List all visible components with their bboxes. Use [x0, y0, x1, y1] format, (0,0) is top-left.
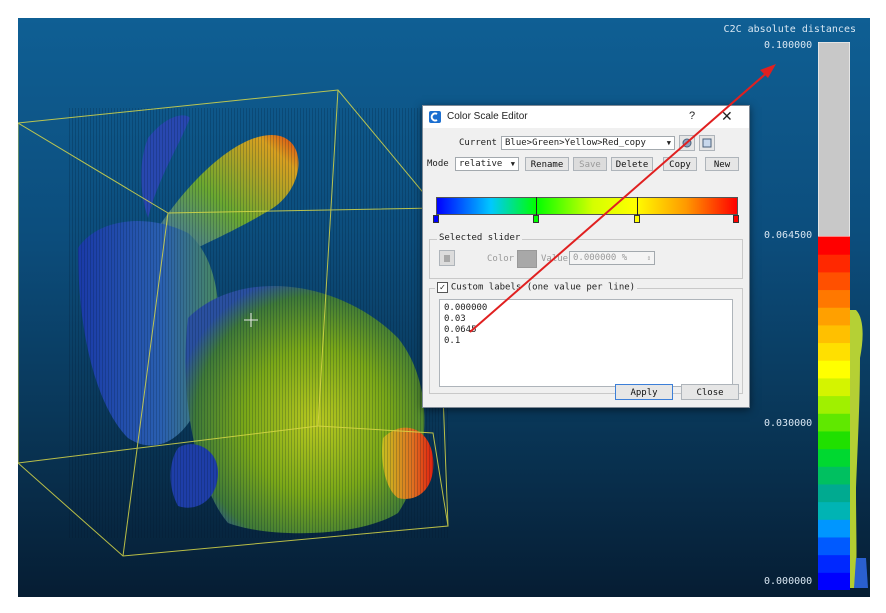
gradient-bar[interactable] — [436, 197, 738, 215]
dialog-titlebar[interactable]: Color Scale Editor ? ✕ — [423, 106, 749, 128]
mode-select[interactable]: relative ▼ — [455, 157, 519, 171]
delete-button[interactable]: Delete — [611, 157, 653, 171]
slider-handle-0[interactable] — [433, 215, 439, 223]
bunny-point-cloud — [68, 108, 448, 538]
custom-label-line: 0.0645 — [444, 325, 477, 335]
scale-step — [818, 554, 850, 573]
slider-line-2 — [637, 197, 638, 215]
trash-icon — [444, 255, 450, 262]
export-button[interactable] — [699, 135, 715, 151]
chevron-down-icon: ▼ — [666, 139, 671, 147]
3d-viewport[interactable]: C2C absolute distances 0.100000 0.064500… — [18, 18, 870, 597]
scale-step — [818, 342, 850, 361]
copy-button[interactable]: Copy — [663, 157, 697, 171]
save-button[interactable]: Save — [573, 157, 607, 171]
custom-labels-checkbox[interactable]: ✓ — [437, 282, 448, 293]
app-icon — [429, 111, 441, 123]
new-button[interactable]: New — [705, 157, 739, 171]
current-scale-value: Blue>Green>Yellow>Red_copy — [505, 138, 646, 148]
color-scale-bar — [818, 42, 850, 590]
edit-icon — [702, 138, 712, 148]
selected-slider-title: Selected slider — [437, 233, 523, 243]
scale-step — [818, 413, 850, 432]
rename-button[interactable]: Rename — [525, 157, 569, 171]
apply-button[interactable]: Apply — [615, 384, 673, 400]
custom-labels-label: Custom labels (one value per line) — [450, 282, 636, 293]
slider-handle-2[interactable] — [634, 215, 640, 223]
current-scale-select[interactable]: Blue>Green>Yellow>Red_copy ▼ — [501, 136, 675, 150]
scale-step — [818, 519, 850, 538]
scale-label-min: 0.000000 — [764, 576, 813, 587]
close-button[interactable]: Close — [681, 384, 739, 400]
scale-label-high: 0.064500 — [764, 230, 813, 241]
scale-label-max: 0.100000 — [764, 40, 813, 51]
scale-step — [818, 360, 850, 379]
scale-step — [818, 448, 850, 467]
custom-labels-row: ✓ Custom labels (one value per line) — [435, 282, 638, 294]
scale-label-mid: 0.030000 — [764, 418, 813, 429]
color-swatch[interactable] — [517, 250, 537, 268]
scale-step — [818, 483, 850, 503]
chevron-down-icon: ▼ — [510, 160, 515, 168]
slider-line-1 — [536, 197, 537, 215]
slider-handle-1[interactable] — [533, 215, 539, 223]
mode-value: relative — [459, 159, 503, 169]
slider-handle-3[interactable] — [733, 215, 739, 223]
gear-icon — [682, 138, 692, 148]
custom-label-line: 0.1 — [444, 336, 461, 346]
color-scale-editor-dialog: Color Scale Editor ? ✕ Current Blue>Gree… — [422, 105, 750, 408]
scale-step — [818, 536, 850, 556]
scale-title: C2C absolute distances — [723, 24, 856, 35]
scale-step — [818, 271, 850, 291]
scale-step — [818, 307, 850, 326]
scale-step — [818, 572, 850, 590]
scale-step — [818, 430, 850, 450]
scale-step — [818, 395, 850, 414]
current-label: Current — [459, 138, 497, 148]
color-label: Color — [487, 254, 515, 264]
help-button[interactable]: ? — [689, 110, 695, 122]
custom-label-line: 0.03 — [444, 314, 466, 324]
scale-step — [818, 501, 850, 520]
value-spinbox-value: 0.000000 % — [573, 253, 628, 263]
scale-overflow-band — [818, 42, 850, 238]
value-label: Value — [541, 254, 569, 264]
spin-arrows-icon: ⇕ — [646, 254, 651, 262]
dialog-title: Color Scale Editor — [447, 111, 528, 122]
custom-labels-textarea[interactable]: 0.000000 0.03 0.0645 0.1 — [439, 299, 733, 387]
scale-step — [818, 289, 850, 308]
custom-label-line: 0.000000 — [444, 303, 488, 313]
scale-step — [818, 466, 850, 485]
scale-step — [818, 377, 850, 397]
scale-manager-button[interactable] — [679, 135, 695, 151]
close-icon[interactable]: ✕ — [721, 108, 733, 125]
scale-step — [818, 324, 850, 344]
mode-label: Mode — [427, 159, 449, 169]
scale-step — [818, 254, 850, 273]
value-spinbox[interactable]: 0.000000 % ⇕ — [569, 251, 655, 265]
scale-step — [818, 236, 850, 255]
histogram — [850, 310, 863, 588]
delete-slider-button[interactable] — [439, 250, 455, 266]
